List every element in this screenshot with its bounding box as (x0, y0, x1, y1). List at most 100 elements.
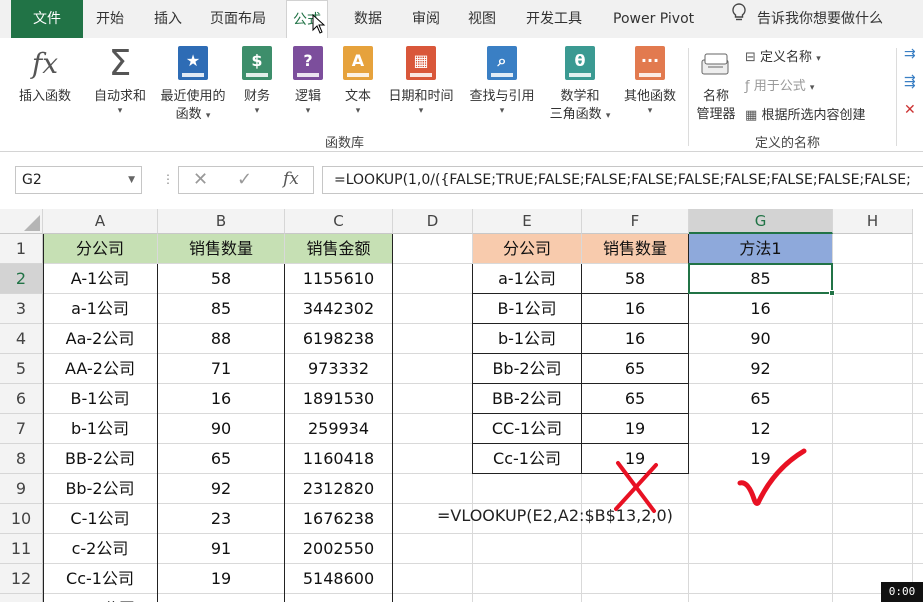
more-functions-button[interactable]: ··· 其他函数 ▾ (618, 46, 682, 116)
worksheet-grid[interactable]: ABCDEFGH 12345678910111213 分公司销售数量销售金额A-… (0, 209, 923, 602)
tab-file[interactable]: 文件 (11, 0, 83, 38)
right-table-cell[interactable]: b-1公司 (473, 324, 581, 353)
tab-insert[interactable]: 插入 (154, 0, 182, 38)
left-table-cell[interactable]: Aa-2公司 (43, 324, 157, 353)
chevron-down-icon[interactable]: ▼ (128, 167, 135, 193)
left-table-cell[interactable]: 1676238 (285, 504, 392, 533)
left-table-cell[interactable]: 90 (158, 414, 284, 443)
autosum-button[interactable]: Σ 自动求和 ▾ (88, 46, 152, 117)
right-table-cell[interactable]: 90 (689, 324, 832, 353)
left-table-cell[interactable]: 5148600 (285, 564, 392, 593)
formula-input[interactable]: =LOOKUP(1,0/({FALSE;TRUE;FALSE;FALSE;FAL… (322, 166, 923, 194)
left-table-cell[interactable]: 88 (158, 324, 284, 353)
left-table-cell[interactable]: 71 (158, 354, 284, 383)
name-manager-button[interactable]: 名称 管理器 (692, 46, 740, 124)
math-trig-button[interactable]: θ 数学和 三角函数 ▾ (544, 46, 616, 125)
left-table-cell[interactable]: a-1公司 (43, 294, 157, 323)
tab-home[interactable]: 开始 (96, 0, 124, 38)
left-table-cell[interactable]: 85 (158, 294, 284, 323)
left-table-cell[interactable]: A-1公司 (43, 264, 157, 293)
lookup-reference-button[interactable]: ⌕ 查找与引用 ▾ (464, 46, 540, 116)
row-header-11[interactable]: 11 (0, 534, 43, 564)
tab-data[interactable]: 数据 (354, 0, 382, 38)
left-table-cell[interactable]: 259934 (285, 414, 392, 443)
name-box[interactable]: G2 ▼ (15, 166, 142, 194)
insert-function-icon[interactable]: fx (283, 169, 299, 189)
right-table-header[interactable]: 方法1 (689, 234, 832, 263)
left-table-cell[interactable]: B-1公司 (43, 384, 157, 413)
right-table-cell[interactable]: 19 (582, 414, 688, 443)
left-table-header[interactable]: 销售金额 (285, 234, 392, 263)
cancel-icon[interactable]: ✕ (193, 169, 208, 190)
left-table-cell[interactable]: 92 (158, 474, 284, 503)
left-table-cell[interactable]: BB-2公司 (43, 444, 157, 473)
tab-review[interactable]: 审阅 (412, 0, 440, 38)
right-table-cell[interactable]: Cc-1公司 (473, 444, 581, 473)
left-table-cell[interactable]: AA-2公司 (43, 354, 157, 383)
remove-arrows-icon[interactable]: ✕ (904, 102, 916, 118)
left-table-cell[interactable]: 2002550 (285, 534, 392, 563)
left-table-cell[interactable]: 1160418 (285, 444, 392, 473)
right-table-cell[interactable]: 65 (582, 384, 688, 413)
right-table-cell[interactable]: BB-2公司 (473, 384, 581, 413)
right-table-header[interactable]: 销售数量 (582, 234, 688, 263)
left-table-cell[interactable]: 19 (158, 564, 284, 593)
row-header-4[interactable]: 4 (0, 324, 43, 354)
left-table-cell[interactable]: Bb-2公司 (43, 474, 157, 503)
column-header-c[interactable]: C (285, 209, 393, 234)
column-header-e[interactable]: E (473, 209, 582, 234)
column-header-a[interactable]: A (43, 209, 158, 234)
right-table-cell[interactable]: 58 (582, 264, 688, 293)
row-header-2[interactable]: 2 (0, 264, 43, 294)
tell-me-search[interactable]: 告诉我你想要做什么 (729, 0, 883, 38)
left-table-cell[interactable]: Cc-1公司 (43, 564, 157, 593)
create-from-selection-button[interactable]: ▦ 根据所选内容创建 (745, 104, 865, 123)
left-table-cell[interactable]: 58 (158, 264, 284, 293)
tab-view[interactable]: 视图 (468, 0, 496, 38)
left-table-cell[interactable]: b-1公司 (43, 414, 157, 443)
use-in-formula-button[interactable]: ƒ 用于公式 ▾ (745, 75, 814, 94)
left-table-cell[interactable]: c-2公司 (43, 534, 157, 563)
column-header-h[interactable]: H (833, 209, 913, 234)
row-header-7[interactable]: 7 (0, 414, 43, 444)
column-header-f[interactable]: F (582, 209, 689, 234)
left-table-cell[interactable]: 16 (158, 384, 284, 413)
left-table-cell[interactable]: 23 (158, 504, 284, 533)
row-header-5[interactable]: 5 (0, 354, 43, 384)
right-table-cell[interactable]: 92 (689, 354, 832, 383)
active-cell-g2[interactable] (688, 263, 833, 294)
trace-precedents-icon[interactable]: ⇉ (904, 46, 916, 62)
left-table-cell[interactable]: 91 (158, 534, 284, 563)
right-table-cell[interactable]: 16 (582, 324, 688, 353)
right-table-cell[interactable]: 12 (689, 414, 832, 443)
left-table-header[interactable]: 分公司 (43, 234, 157, 263)
right-table-cell[interactable]: 16 (582, 294, 688, 323)
right-table-cell[interactable]: Bb-2公司 (473, 354, 581, 383)
right-table-cell[interactable]: a-1公司 (473, 264, 581, 293)
logical-button[interactable]: ? 逻辑 ▾ (288, 46, 328, 116)
recently-used-button[interactable]: ★ 最近使用的 函数 ▾ (154, 46, 232, 125)
column-header-b[interactable]: B (158, 209, 285, 234)
left-table-cell[interactable]: 12 (158, 594, 284, 602)
financial-button[interactable]: $ 财务 ▾ (236, 46, 278, 116)
left-table-cell[interactable]: 1155610 (285, 264, 392, 293)
fill-handle[interactable] (829, 290, 835, 296)
select-all-corner[interactable] (0, 209, 43, 234)
row-header-1[interactable]: 1 (0, 234, 43, 264)
trace-dependents-icon[interactable]: ⇶ (904, 74, 916, 90)
row-header-8[interactable]: 8 (0, 444, 43, 474)
enter-check-icon[interactable]: ✓ (237, 169, 252, 190)
column-header-d[interactable]: D (393, 209, 473, 234)
right-table-cell[interactable]: CC-1公司 (473, 414, 581, 443)
row-header-10[interactable]: 10 (0, 504, 43, 534)
row-header-6[interactable]: 6 (0, 384, 43, 414)
left-table-cell[interactable]: 212122 (285, 594, 392, 602)
tab-power-pivot[interactable]: Power Pivot (613, 0, 694, 38)
left-table-cell[interactable]: 6198238 (285, 324, 392, 353)
left-table-cell[interactable]: C-1公司 (43, 504, 157, 533)
right-table-cell[interactable]: B-1公司 (473, 294, 581, 323)
right-table-header[interactable]: 分公司 (473, 234, 581, 263)
left-table-cell[interactable]: 3442302 (285, 294, 392, 323)
text-button[interactable]: A 文本 ▾ (338, 46, 378, 116)
row-header-13[interactable]: 13 (0, 594, 43, 602)
